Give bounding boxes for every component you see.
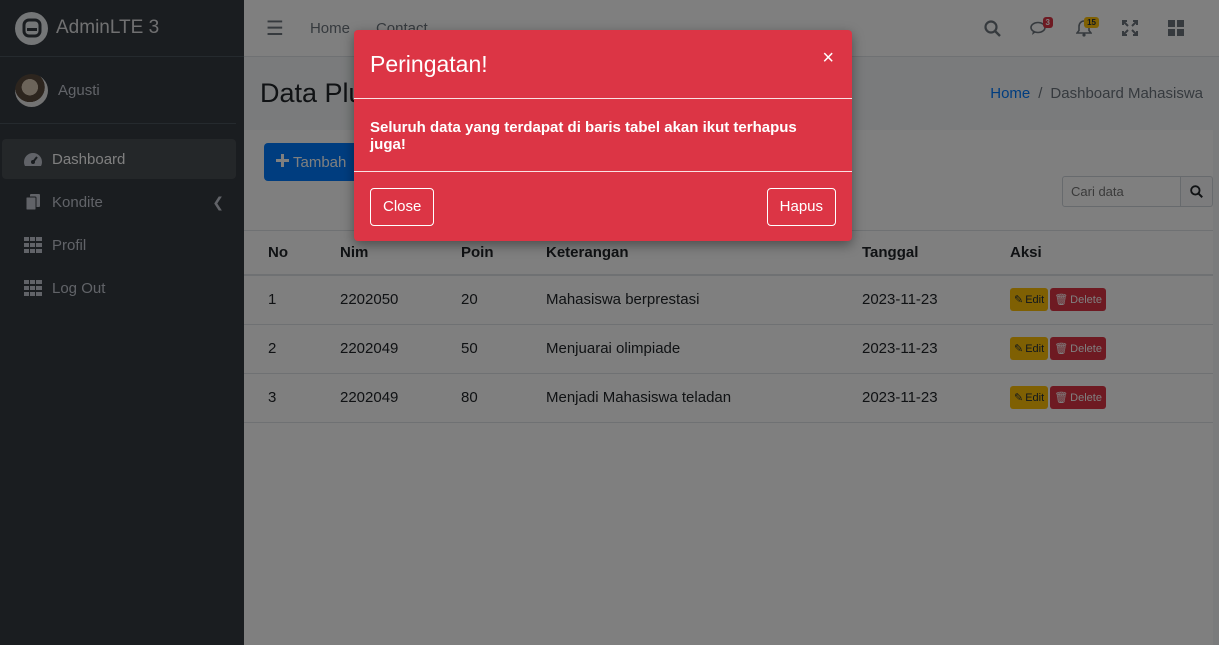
modal-title: Peringatan! [370, 50, 488, 77]
modal-body: Seluruh data yang terdapat di baris tabe… [354, 99, 852, 172]
confirm-delete-button[interactable]: Hapus [766, 187, 836, 226]
modal-footer: Close Hapus [354, 172, 852, 241]
delete-warning-modal: Peringatan! × Seluruh data yang terdapat… [354, 30, 852, 241]
close-button[interactable]: Close [370, 187, 435, 226]
modal-header: Peringatan! × [354, 30, 852, 99]
modal-message: Seluruh data yang terdapat di baris tabe… [370, 119, 797, 153]
close-icon[interactable]: × [822, 47, 834, 70]
